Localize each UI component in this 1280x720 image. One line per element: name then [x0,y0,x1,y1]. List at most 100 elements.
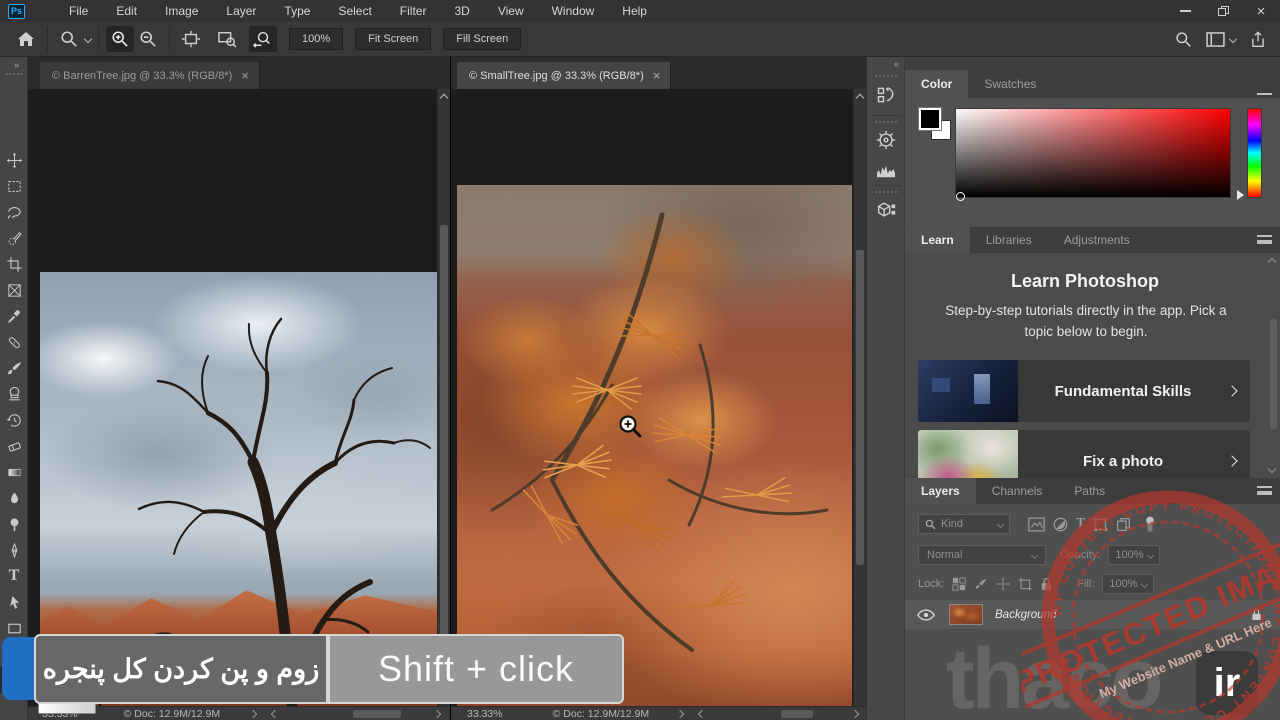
tool-lasso[interactable] [0,199,28,225]
menu-item[interactable]: Edit [102,1,151,21]
scroll-up-icon[interactable] [1267,257,1277,267]
hue-slider-arrow[interactable] [1237,190,1244,200]
close-tab-icon[interactable]: × [653,69,661,82]
close-button[interactable]: × [1242,0,1280,22]
collapse-dock-icon[interactable]: « [894,59,899,69]
status-menu-icon[interactable] [248,709,258,718]
lock-pixels-icon[interactable] [974,577,988,591]
tool-dodge[interactable] [0,511,28,537]
doc2-vertical-scrollbar[interactable] [853,89,866,706]
doc2-horizontal-scrollbar[interactable] [713,709,844,719]
tab-learn[interactable]: Learn [905,227,970,253]
doc1-canvas[interactable] [28,89,450,706]
doc-tab-barrentree[interactable]: © BarrenTree.jpg @ 33.3% (RGB/8*) × [40,62,260,89]
dock-drag-handle[interactable] [875,191,897,193]
panel-menu-icon[interactable] [1257,235,1272,244]
tab-libraries[interactable]: Libraries [970,227,1048,253]
menu-item[interactable]: Layer [212,1,270,21]
hscroll-left-icon[interactable] [697,709,707,718]
hscroll-right-icon[interactable] [432,709,442,718]
histogram-panel-icon[interactable] [873,157,899,183]
tab-color[interactable]: Color [905,70,969,98]
hscroll-right-icon[interactable] [850,709,860,718]
learn-card-fix-a-photo[interactable]: Fix a photo [918,430,1250,478]
doc1-horizontal-scrollbar[interactable] [286,709,426,719]
workspace-switcher[interactable] [1206,31,1238,47]
tool-rectangular-marquee[interactable] [0,173,28,199]
zoom-all-windows-icon[interactable] [213,26,241,52]
menu-item[interactable]: Help [608,1,661,21]
dock-drag-handle[interactable] [875,75,897,77]
menu-item[interactable]: Type [270,1,324,21]
restore-button[interactable] [1204,0,1242,22]
photoshop-logo-icon[interactable]: Ps [8,3,25,19]
tab-swatches[interactable]: Swatches [968,70,1052,98]
expand-tools-icon[interactable]: » [14,60,19,70]
menu-item[interactable]: Window [538,1,609,21]
foreground-background-swatches [918,107,959,148]
dock-drag-handle[interactable] [875,121,897,123]
tool-pen[interactable] [0,537,28,563]
lock-transparency-icon[interactable] [952,577,966,591]
tool-quick-selection[interactable] [0,225,28,251]
menu-item[interactable]: File [55,1,102,21]
color-field-cursor[interactable] [956,192,965,201]
zoom-in-mode-icon[interactable] [106,26,134,52]
history-panel-icon[interactable] [873,82,899,108]
share-icon[interactable] [1250,30,1266,48]
color-field[interactable] [955,108,1231,201]
zoom-100-button[interactable]: 100% [289,28,344,50]
tool-blur[interactable] [0,485,28,511]
fit-screen-button[interactable]: Fit Screen [355,28,432,50]
scrubby-zoom-icon[interactable] [249,26,277,52]
tool-clone-stamp[interactable] [0,381,28,407]
menu-item[interactable]: View [484,1,538,21]
tool-history-brush[interactable] [0,407,28,433]
doc1-vertical-scrollbar[interactable] [437,89,450,706]
tool-gradient[interactable] [0,459,28,485]
minimize-button[interactable] [1166,0,1204,22]
menu-item[interactable]: Image [151,1,212,21]
lock-position-icon[interactable] [996,577,1010,591]
tool-eraser[interactable] [0,433,28,459]
tool-type[interactable]: T [0,563,28,589]
menu-item[interactable]: Select [324,1,385,21]
tools-drag-handle[interactable] [6,73,22,75]
properties-panel-icon[interactable] [873,197,899,223]
resize-windows-to-fit-icon[interactable] [177,26,205,52]
tool-crop[interactable] [0,251,28,277]
doc2-zoom-readout[interactable]: 33.33% [467,708,503,720]
visibility-eye-icon[interactable] [917,608,935,621]
menu-item[interactable]: 3D [440,1,483,21]
foreground-color-swatch[interactable] [918,107,942,131]
layer-filter-select[interactable]: Kind [918,514,1010,534]
card-label: Fundamental Skills [1054,382,1192,400]
menu-item[interactable]: Filter [386,1,441,21]
zoom-out-mode-icon[interactable] [134,26,162,52]
learn-card-fundamental-skills[interactable]: Fundamental Skills [918,360,1250,422]
doc2-canvas[interactable] [451,89,866,706]
navigator-panel-icon[interactable] [873,127,899,153]
tool-spot-healing-brush[interactable] [0,329,28,355]
zoom-tool-preset-icon[interactable] [55,26,83,52]
tool-path-selection[interactable] [0,589,28,615]
home-icon[interactable] [12,26,40,52]
status-menu-icon[interactable] [675,709,685,718]
tool-brush[interactable] [0,355,28,381]
chevron-down-icon[interactable] [83,34,93,44]
tool-eyedropper[interactable] [0,303,28,329]
learn-scrollbar-thumb[interactable] [1270,319,1277,429]
tool-move[interactable] [0,147,28,173]
fill-screen-button[interactable]: Fill Screen [443,28,522,50]
hscroll-left-icon[interactable] [270,709,280,718]
menu-bar: Ps File Edit Image Layer Type Select Filter 3D V… [0,0,1280,22]
doc-tab-smalltree[interactable]: © SmallTree.jpg @ 33.3% (RGB/8*) × [457,62,672,89]
hue-slider[interactable] [1247,108,1262,198]
tab-adjustments[interactable]: Adjustments [1048,227,1146,253]
tab-layers[interactable]: Layers [905,478,976,504]
layer-thumbnail[interactable] [949,604,983,625]
search-icon[interactable] [1175,31,1192,48]
close-tab-icon[interactable]: × [241,69,249,82]
document-window-smalltree: © SmallTree.jpg @ 33.3% (RGB/8*) × 33.33… [450,57,866,720]
tool-frame[interactable] [0,277,28,303]
